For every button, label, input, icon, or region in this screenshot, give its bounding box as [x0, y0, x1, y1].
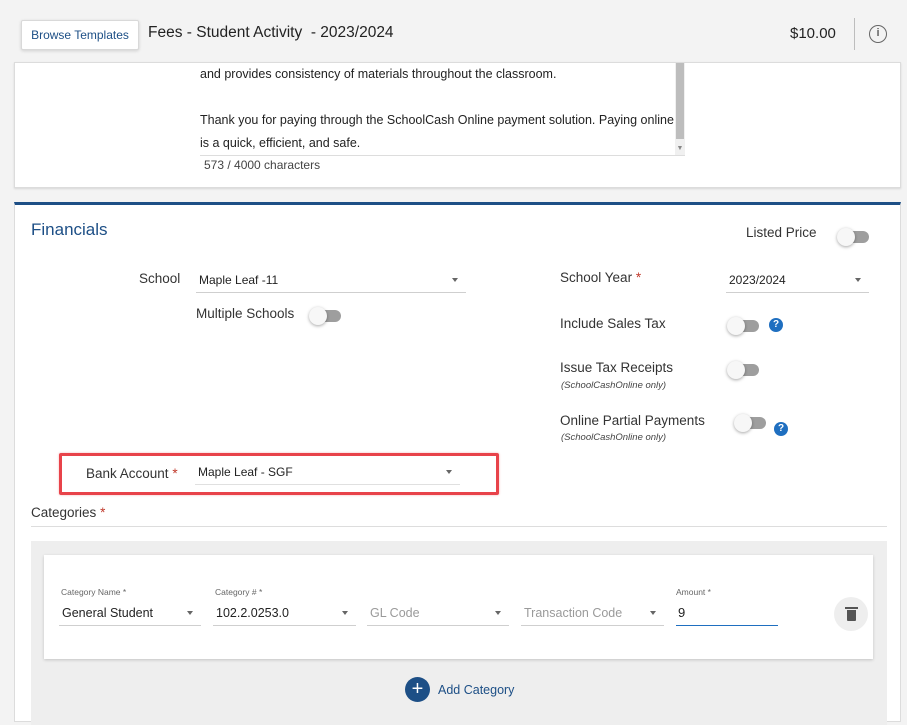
multiple-schools-toggle[interactable]	[309, 307, 341, 325]
trash-icon	[845, 607, 858, 621]
chevron-down-icon	[452, 278, 458, 282]
description-scrollbar[interactable]: ▼	[675, 63, 685, 155]
category-name-label: Category Name *	[61, 587, 127, 597]
listed-price-toggle[interactable]	[837, 228, 869, 246]
scroll-down-arrow-icon[interactable]: ▼	[675, 143, 685, 155]
chevron-down-icon	[855, 278, 861, 282]
help-icon[interactable]: ?	[774, 422, 788, 436]
help-icon[interactable]: ?	[769, 318, 783, 332]
total-amount: $10.00	[790, 25, 836, 42]
description-paragraph-2: Thank you for paying through the SchoolC…	[200, 113, 674, 150]
character-count: 573 / 4000 characters	[204, 158, 321, 172]
browse-templates-button[interactable]: Browse Templates	[21, 20, 139, 50]
online-partial-payments-label: Online Partial Payments	[560, 413, 705, 428]
school-year-label: School Year *	[560, 270, 642, 285]
bank-account-value: Maple Leaf - SGF	[198, 465, 293, 479]
description-underline	[200, 155, 685, 156]
bank-account-label: Bank Account *	[86, 466, 178, 481]
delete-category-button[interactable]	[834, 597, 868, 631]
category-number-label: Category # *	[215, 587, 263, 597]
school-year-value: 2023/2024	[729, 273, 786, 287]
category-name-select[interactable]: General Student	[59, 602, 201, 626]
transaction-code-placeholder: Transaction Code	[524, 606, 623, 620]
header-divider	[854, 18, 855, 50]
multiple-schools-label: Multiple Schools	[196, 306, 295, 321]
add-category-label: Add Category	[438, 683, 515, 697]
listed-price-label: Listed Price	[746, 225, 817, 240]
description-card: and provides consistency of materials th…	[14, 62, 901, 188]
issue-tax-receipts-note: (SchoolCashOnline only)	[561, 380, 667, 391]
description-paragraph-1: and provides consistency of materials th…	[200, 67, 557, 81]
financials-card: Financials Listed Price School Maple Lea…	[14, 202, 901, 725]
category-number-select[interactable]: 102.2.0253.0	[213, 602, 356, 626]
online-partial-payments-toggle[interactable]	[734, 414, 766, 432]
categories-divider	[31, 526, 887, 527]
description-textarea[interactable]: and provides consistency of materials th…	[200, 63, 675, 155]
bank-account-select[interactable]: Maple Leaf - SGF	[195, 461, 460, 485]
issue-tax-receipts-label: Issue Tax Receipts	[560, 360, 674, 375]
amount-input[interactable]: 9	[676, 602, 778, 626]
chevron-down-icon	[495, 611, 501, 615]
chevron-down-icon	[342, 611, 348, 615]
chevron-down-icon	[187, 611, 193, 615]
scrollbar-thumb[interactable]	[676, 63, 684, 139]
include-sales-tax-toggle[interactable]	[727, 317, 759, 335]
page-title: Fees - Student Activity - 2023/2024	[148, 24, 394, 41]
info-icon[interactable]: i	[869, 25, 887, 43]
gl-code-select[interactable]: GL Code	[367, 602, 509, 626]
issue-tax-receipts-toggle[interactable]	[727, 361, 759, 379]
plus-icon: +	[405, 677, 430, 702]
amount-label: Amount *	[676, 587, 711, 597]
chevron-down-icon	[650, 611, 656, 615]
school-year-select[interactable]: 2023/2024	[726, 269, 869, 293]
include-sales-tax-label: Include Sales Tax	[560, 316, 666, 331]
financials-title: Financials	[31, 220, 108, 239]
top-bar: Browse Templates Fees - Student Activity…	[0, 0, 907, 66]
school-value: Maple Leaf -11	[199, 273, 279, 287]
categories-title: Categories *	[31, 505, 106, 520]
transaction-code-select[interactable]: Transaction Code	[521, 602, 664, 626]
categories-panel: Category Name * General Student Category…	[31, 541, 887, 725]
category-number-value: 102.2.0253.0	[216, 606, 289, 620]
category-row: Category Name * General Student Category…	[44, 555, 873, 659]
online-partial-payments-note: (SchoolCashOnline only)	[561, 432, 667, 443]
chevron-down-icon	[446, 470, 452, 474]
gl-code-placeholder: GL Code	[370, 606, 420, 620]
category-name-value: General Student	[62, 606, 154, 620]
school-select[interactable]: Maple Leaf -11	[196, 269, 466, 293]
school-label: School	[139, 271, 181, 286]
